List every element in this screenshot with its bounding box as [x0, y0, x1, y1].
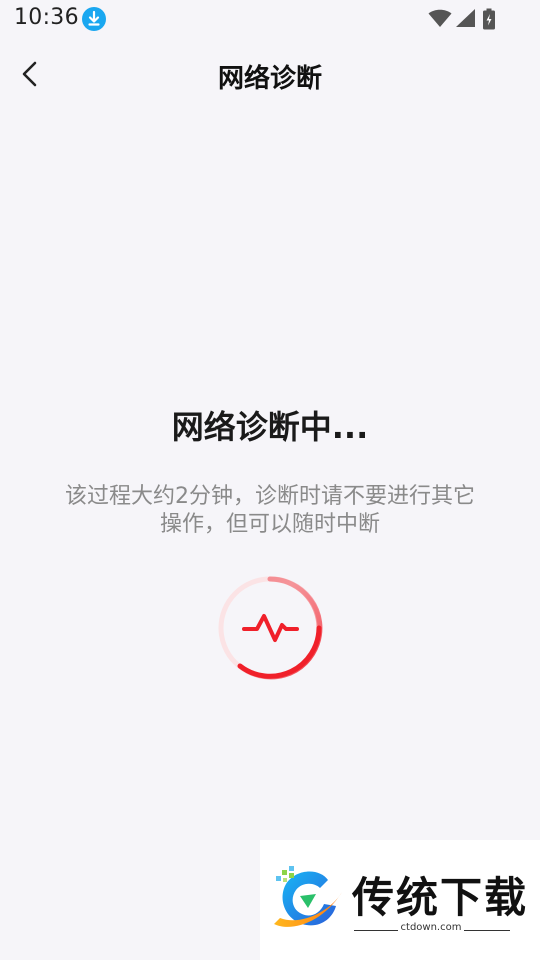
page-title: 网络诊断 [217, 64, 322, 94]
diagnosis-description: 该过程大约2分钟，诊断时请不要进行其它 操作，但可以随时中断 [30, 483, 510, 539]
status-bar: 10:36 [0, 0, 540, 38]
wifi-icon [428, 8, 452, 32]
watermark-logo-icon [270, 862, 346, 938]
watermark-divider [354, 930, 398, 931]
description-line: 操作，但可以随时中断 [159, 512, 380, 537]
download-icon [82, 7, 106, 31]
status-icons [428, 8, 502, 30]
watermark-divider [464, 930, 510, 931]
loading-spinner [214, 572, 326, 684]
diagnosis-status-heading: 网络诊断中... [171, 408, 369, 446]
signal-icon [454, 8, 476, 32]
status-time: 10:36 [14, 5, 79, 30]
description-line: 该过程大约2分钟，诊断时请不要进行其它 [65, 484, 475, 509]
watermark-title: 传统下载 [352, 873, 529, 922]
pulse-icon [242, 614, 299, 642]
battery-icon [482, 8, 496, 34]
header: 网络诊断 [0, 52, 540, 100]
watermark-domain: ctdown.com [400, 922, 462, 933]
watermark: 传统下载 ctdown.com [260, 840, 540, 960]
